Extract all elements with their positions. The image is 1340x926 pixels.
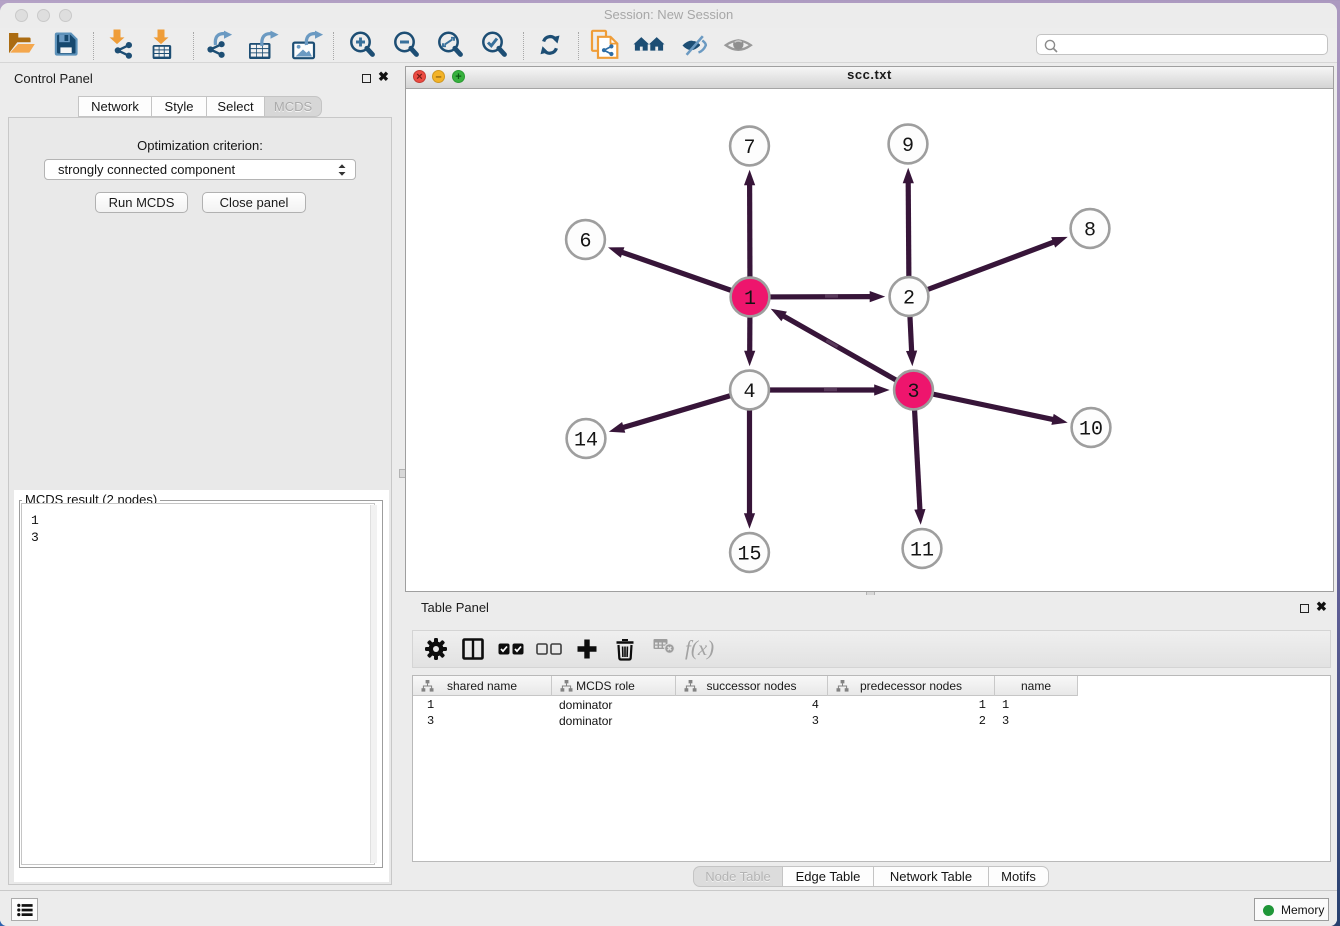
svg-text:1: 1 <box>744 288 756 311</box>
svg-text:10: 10 <box>1079 419 1103 442</box>
svg-text:9: 9 <box>902 135 914 158</box>
svg-text:3: 3 <box>907 381 919 404</box>
svg-text:7: 7 <box>743 137 755 160</box>
svg-text:8: 8 <box>1084 220 1096 243</box>
svg-text:11: 11 <box>910 540 934 563</box>
svg-text:14: 14 <box>574 430 598 453</box>
svg-text:6: 6 <box>579 231 591 254</box>
svg-text:4: 4 <box>743 381 755 404</box>
svg-text:2: 2 <box>903 288 915 311</box>
svg-text:15: 15 <box>737 544 761 567</box>
